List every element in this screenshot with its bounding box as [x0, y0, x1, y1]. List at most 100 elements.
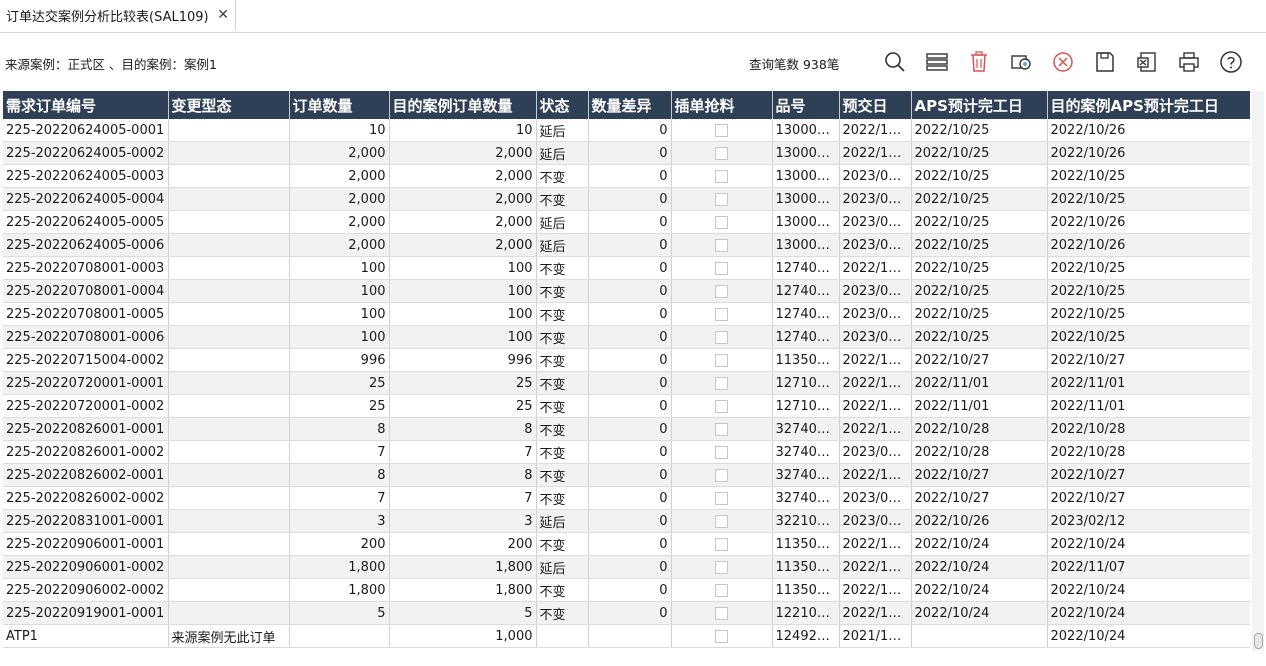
cell-target-aps[interactable]: 2022/10/27 [1047, 486, 1250, 510]
insert-order-checkbox[interactable] [715, 399, 728, 413]
cell-diff[interactable]: 0 [588, 141, 672, 165]
cell-target-qty[interactable]: 25 [389, 371, 537, 395]
cell-change[interactable] [168, 417, 290, 441]
cell-item[interactable]: 122101... [772, 601, 840, 625]
table-row[interactable]: 225-20220826002-0002 7 7 不变 0 327403... 2023/0… [3, 486, 1250, 510]
cell-status[interactable]: 不变 [536, 187, 589, 211]
cell-qty[interactable]: 25 [289, 394, 390, 418]
cell-order[interactable]: 225-20220708001-0004 [3, 279, 169, 303]
cell-status[interactable]: 不变 [536, 279, 589, 303]
column-header[interactable]: 目的案例订单数量 [389, 91, 537, 119]
cell-qty[interactable]: 2,000 [289, 210, 390, 234]
cell-aps[interactable]: 2022/10/25 [911, 210, 1048, 234]
cell-status[interactable]: 延后 [536, 119, 589, 142]
help-icon[interactable] [1217, 48, 1245, 76]
cell-qty[interactable]: 100 [289, 256, 390, 280]
column-header[interactable]: 需求订单编号 [3, 91, 169, 119]
insert-order-checkbox[interactable] [715, 353, 728, 367]
cell-item[interactable]: 113502... [772, 348, 840, 372]
insert-order-checkbox[interactable] [715, 123, 728, 137]
cell-target-qty[interactable]: 100 [389, 325, 537, 349]
cell-order[interactable]: 225-20220624005-0002 [3, 141, 169, 165]
cell-target-aps[interactable]: 2022/10/27 [1047, 348, 1250, 372]
table-row[interactable]: 225-20220831001-0001 3 3 延后 0 322107... 2023/0… [3, 509, 1250, 533]
cell-order[interactable]: 225-20220624005-0005 [3, 210, 169, 234]
cell-aps[interactable]: 2022/10/25 [911, 119, 1048, 142]
cell-order[interactable]: 225-20220720001-0002 [3, 394, 169, 418]
cell-diff[interactable]: 0 [588, 233, 672, 257]
cell-change[interactable] [168, 532, 290, 556]
cell-qty[interactable]: 200 [289, 532, 390, 556]
insert-order-checkbox[interactable] [715, 583, 728, 597]
cell-item[interactable]: 327403... [772, 417, 840, 441]
insert-order-checkbox[interactable] [715, 491, 728, 505]
insert-order-checkbox[interactable] [715, 192, 728, 206]
cell-aps[interactable]: 2022/10/25 [911, 279, 1048, 303]
cell-due[interactable]: 2023/04... [839, 187, 912, 211]
table-row[interactable]: 225-20220720001-0001 25 25 不变 0 127102... 2022… [3, 371, 1250, 395]
cancel-icon[interactable] [1049, 48, 1077, 76]
cell-order[interactable]: 225-20220708001-0006 [3, 325, 169, 349]
cell-order[interactable]: 225-20220715004-0002 [3, 348, 169, 372]
insert-order-cell[interactable] [671, 210, 773, 234]
cell-diff[interactable]: 0 [588, 279, 672, 303]
insert-order-cell[interactable] [671, 394, 773, 418]
cell-item[interactable]: 130002... [772, 187, 840, 211]
cell-target-qty[interactable]: 1,800 [389, 578, 537, 602]
cell-due[interactable]: 2022/10... [839, 532, 912, 556]
insert-order-checkbox[interactable] [715, 468, 728, 482]
export-icon[interactable] [1133, 48, 1161, 76]
cell-qty[interactable]: 1,800 [289, 578, 390, 602]
cell-aps[interactable]: 2022/11/01 [911, 371, 1048, 395]
cell-change[interactable] [168, 440, 290, 464]
table-row[interactable]: 225-20220624005-0004 2,000 2,000 不变 0 130002.… [3, 187, 1250, 211]
tab-sal109[interactable]: 订单达交案例分析比较表(SAL109) ✕ [0, 0, 236, 31]
cell-target-aps[interactable]: 2022/10/25 [1047, 325, 1250, 349]
cell-item[interactable]: 327403... [772, 463, 840, 487]
cell-target-qty[interactable]: 2,000 [389, 187, 537, 211]
insert-order-cell[interactable] [671, 279, 773, 303]
insert-order-checkbox[interactable] [715, 146, 728, 160]
table-row[interactable]: 225-20220826001-0002 7 7 不变 0 327403... 2023/0… [3, 440, 1250, 464]
cell-aps[interactable]: 2022/10/25 [911, 256, 1048, 280]
cell-qty[interactable] [289, 624, 390, 648]
cell-target-aps[interactable]: 2022/10/24 [1047, 532, 1250, 556]
insert-order-cell[interactable] [671, 463, 773, 487]
cell-order[interactable]: 225-20220906002-0002 [3, 578, 169, 602]
cell-qty[interactable]: 7 [289, 440, 390, 464]
insert-order-checkbox[interactable] [715, 330, 728, 344]
cell-aps[interactable]: 2022/10/27 [911, 486, 1048, 510]
cell-item[interactable]: 130002... [772, 164, 840, 188]
cell-change[interactable]: 来源案例无此订单 [168, 624, 290, 648]
cell-change[interactable] [168, 279, 290, 303]
cell-change[interactable] [168, 187, 290, 211]
cell-aps[interactable]: 2022/10/26 [911, 509, 1048, 533]
cell-qty[interactable]: 5 [289, 601, 390, 625]
cell-aps[interactable]: 2022/10/24 [911, 532, 1048, 556]
cell-aps[interactable]: 2022/10/25 [911, 141, 1048, 165]
cell-item[interactable]: 327403... [772, 440, 840, 464]
table-row[interactable]: ATP1 来源案例无此订单 1,000 124924... 2021/10... 2022… [3, 624, 1250, 648]
cell-qty[interactable]: 8 [289, 463, 390, 487]
delete-icon[interactable] [965, 48, 993, 76]
print-icon[interactable] [1175, 48, 1203, 76]
cell-diff[interactable]: 0 [588, 601, 672, 625]
cell-status[interactable]: 不变 [536, 440, 589, 464]
cell-status[interactable]: 不变 [536, 463, 589, 487]
cell-target-qty[interactable]: 1,800 [389, 555, 537, 579]
cell-target-aps[interactable]: 2022/10/24 [1047, 624, 1250, 648]
insert-order-cell[interactable] [671, 302, 773, 326]
table-row[interactable]: 225-20220826002-0001 8 8 不变 0 327403... 2022/1… [3, 463, 1250, 487]
cell-diff[interactable]: 0 [588, 187, 672, 211]
cell-target-qty[interactable]: 5 [389, 601, 537, 625]
cell-status[interactable]: 延后 [536, 141, 589, 165]
cell-item[interactable]: 113502... [772, 532, 840, 556]
cell-target-qty[interactable]: 2,000 [389, 141, 537, 165]
cell-status[interactable]: 延后 [536, 509, 589, 533]
cell-item[interactable]: 127102... [772, 371, 840, 395]
cell-item[interactable]: 130002... [772, 141, 840, 165]
cell-due[interactable]: 2022/10... [839, 371, 912, 395]
cell-status[interactable]: 不变 [536, 532, 589, 556]
comparison-grid[interactable]: 需求订单编号 变更型态 订单数量 目的案例订单数量 状态 数量差异 插单抢料 品号 预交日 APS… [3, 91, 1250, 651]
cell-diff[interactable]: 0 [588, 164, 672, 188]
